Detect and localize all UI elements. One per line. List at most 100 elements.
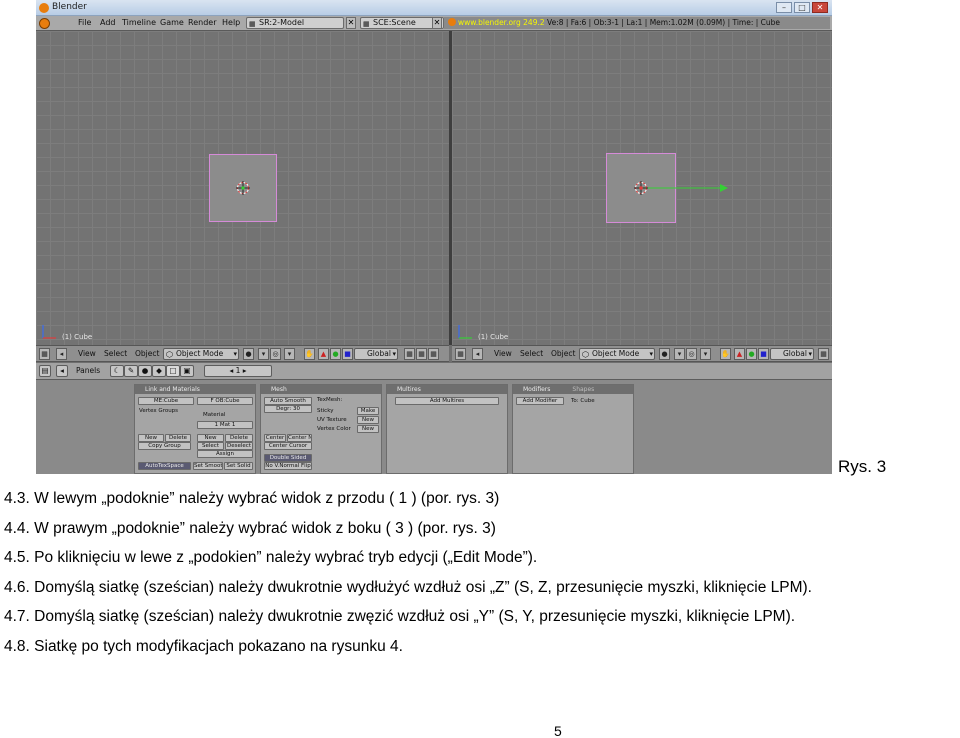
modifiers-tab[interactable]: Modifiers <box>523 386 550 393</box>
layer-icon[interactable]: ▦ <box>416 348 427 360</box>
info-url: www.blender.org 249.2 <box>458 18 545 27</box>
double-sided-toggle[interactable]: Double Sided <box>264 454 312 462</box>
scale-icon[interactable]: ■ <box>758 348 769 360</box>
vertex-color-new-button[interactable]: New <box>357 425 379 433</box>
menu-view[interactable]: View <box>494 349 512 358</box>
center-button[interactable]: Center <box>264 434 286 442</box>
pivot-icon[interactable]: ◎ <box>686 348 697 360</box>
scale-icon[interactable]: ■ <box>342 348 353 360</box>
mode-selector[interactable]: ⬡ Object Mode ▾ <box>579 348 655 360</box>
blender-menu-icon[interactable] <box>39 18 50 29</box>
header-arrow-icon[interactable]: ◂ <box>472 348 483 360</box>
panel-header[interactable]: Mesh <box>261 385 381 394</box>
set-smooth-button[interactable]: Set Smooth <box>193 462 223 470</box>
rotate-icon[interactable]: ● <box>330 348 341 360</box>
material-slot-stepper[interactable]: 1 Mat 1 <box>197 421 253 429</box>
draw-type-dropdown-icon[interactable]: ▾ <box>674 348 685 360</box>
scene-icon: ▦ <box>363 20 370 28</box>
pivot-icon[interactable]: ◎ <box>270 348 281 360</box>
script-context-icon[interactable]: ✎ <box>124 365 138 377</box>
material-select-button[interactable]: Select <box>197 442 224 450</box>
scene-delete-button[interactable]: ✕ <box>432 17 442 29</box>
frame-stepper[interactable]: ◂ 1 ▸ <box>204 365 272 377</box>
no-vnormal-flip-toggle[interactable]: No V.Normal Flip <box>264 462 312 470</box>
menu-object[interactable]: Object <box>551 349 575 358</box>
editor-type-icon[interactable]: ▦ <box>455 348 466 360</box>
object-context-icon[interactable]: ◆ <box>152 365 166 377</box>
pivot-dropdown-icon[interactable]: ▾ <box>700 348 711 360</box>
material-delete-button[interactable]: Delete <box>225 434 253 442</box>
menu-timeline[interactable]: Timeline <box>122 18 156 27</box>
object-name-field[interactable]: F OB:Cube <box>197 397 253 405</box>
dropdown-icon: ▾ <box>392 350 396 358</box>
mode-selector[interactable]: ⬡ Object Mode ▾ <box>163 348 239 360</box>
material-deselect-button[interactable]: Deselect <box>225 442 253 450</box>
close-icon[interactable]: ✕ <box>812 2 828 13</box>
manipulator-hand-icon[interactable]: ✋ <box>304 348 315 360</box>
orientation-selector[interactable]: Global ▾ <box>354 348 398 360</box>
instruction-step: 4.7. Domyślą siatkę (sześcian) należy dw… <box>4 608 796 625</box>
shapes-tab[interactable]: Shapes <box>572 386 594 393</box>
menu-render[interactable]: Render <box>188 18 216 27</box>
vgroup-new-button[interactable]: New <box>138 434 164 442</box>
menu-panels[interactable]: Panels <box>76 366 100 375</box>
layer-icon[interactable]: ▦ <box>818 348 829 360</box>
scene-context-icon[interactable]: ▣ <box>180 365 194 377</box>
menu-help[interactable]: Help <box>222 18 240 27</box>
layer-icon[interactable]: ▦ <box>428 348 439 360</box>
screen-delete-button[interactable]: ✕ <box>346 17 356 29</box>
mesh-name-field[interactable]: ME:Cube <box>138 397 194 405</box>
sticky-make-button[interactable]: Make <box>357 407 379 415</box>
draw-type-icon[interactable]: ● <box>243 348 254 360</box>
menu-view[interactable]: View <box>78 349 96 358</box>
material-new-button[interactable]: New <box>197 434 224 442</box>
menu-add[interactable]: Add <box>100 18 116 27</box>
menu-select[interactable]: Select <box>520 349 543 358</box>
editing-context-icon[interactable]: □ <box>166 365 180 377</box>
menu-object[interactable]: Object <box>135 349 159 358</box>
degr-field[interactable]: Degr: 30 <box>264 405 312 413</box>
menu-select[interactable]: Select <box>104 349 127 358</box>
maximize-icon[interactable]: □ <box>794 2 810 13</box>
autotexspace-toggle[interactable]: AutoTexSpace <box>138 462 191 470</box>
left-3d-viewport[interactable]: (1) Cube <box>36 31 449 345</box>
header-arrow-icon[interactable]: ◂ <box>56 365 68 377</box>
translate-icon[interactable]: ▲ <box>318 348 329 360</box>
logic-context-icon[interactable]: ☾ <box>110 365 124 377</box>
vertex-groups-label: Vertex Groups <box>139 408 179 414</box>
center-cursor-button[interactable]: Center Cursor <box>264 442 312 450</box>
orientation-selector[interactable]: Global ▾ <box>770 348 814 360</box>
add-multires-button[interactable]: Add Multires <box>395 397 499 405</box>
vgroup-delete-button[interactable]: Delete <box>165 434 191 442</box>
material-assign-button[interactable]: Assign <box>197 450 253 458</box>
draw-type-dropdown-icon[interactable]: ▾ <box>258 348 269 360</box>
instruction-step: 4.8. Siatkę po tych modyfikacjach pokaza… <box>4 637 403 655</box>
menu-game[interactable]: Game <box>160 18 184 27</box>
panel-header[interactable]: Multires <box>387 385 507 394</box>
uv-texture-new-button[interactable]: New <box>357 416 379 424</box>
editor-type-icon[interactable]: ▦ <box>39 348 50 360</box>
right-3d-viewport[interactable]: (1) Cube <box>452 31 832 345</box>
rotate-icon[interactable]: ● <box>746 348 757 360</box>
buttons-panels-area: Link and Materials ME:Cube F OB:Cube Ver… <box>36 380 832 474</box>
copy-group-button[interactable]: Copy Group <box>138 442 191 450</box>
translate-icon[interactable]: ▲ <box>734 348 745 360</box>
pivot-dropdown-icon[interactable]: ▾ <box>284 348 295 360</box>
header-arrow-icon[interactable]: ◂ <box>56 348 67 360</box>
panel-header[interactable]: Link and Materials <box>135 385 255 394</box>
editor-type-icon[interactable]: ▤ <box>39 365 51 377</box>
shading-context-icon[interactable]: ● <box>138 365 152 377</box>
layer-icon[interactable]: ▦ <box>404 348 415 360</box>
auto-smooth-toggle[interactable]: Auto Smooth <box>264 397 312 405</box>
object-mode-icon: ⬡ <box>166 350 173 359</box>
add-modifier-button[interactable]: Add Modifier <box>516 397 564 405</box>
object-mode-icon: ⬡ <box>582 350 589 359</box>
set-solid-button[interactable]: Set Solid <box>224 462 253 470</box>
menu-file[interactable]: File <box>78 18 91 27</box>
minimize-icon[interactable]: – <box>776 2 792 13</box>
center-new-button[interactable]: Center New <box>287 434 312 442</box>
draw-type-icon[interactable]: ● <box>659 348 670 360</box>
manipulator-hand-icon[interactable]: ✋ <box>720 348 731 360</box>
material-label: Material <box>203 412 226 418</box>
screen-selector[interactable]: ▦ SR:2-Model <box>246 17 344 29</box>
